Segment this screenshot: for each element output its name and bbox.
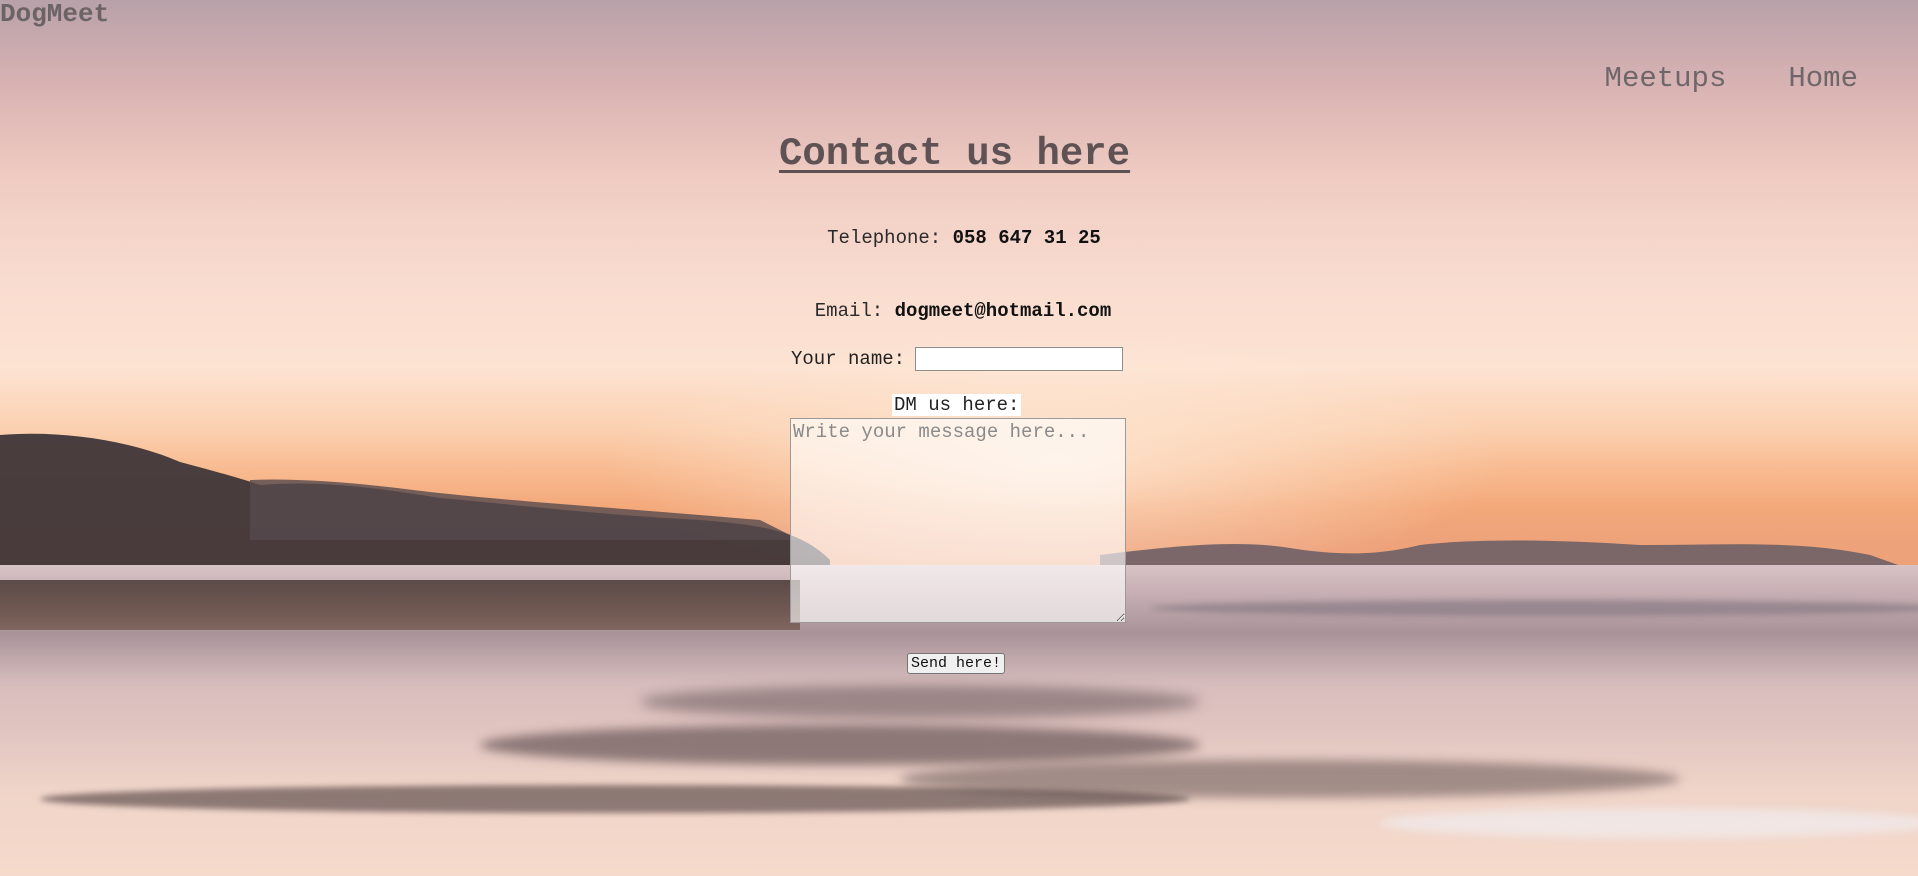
dm-label: DM us here: bbox=[892, 394, 1022, 416]
name-field-row: Your name: bbox=[791, 347, 1124, 371]
main-nav: Meetups Home bbox=[1605, 62, 1858, 95]
name-label: Your name: bbox=[791, 348, 906, 370]
wave bbox=[1380, 808, 1918, 838]
nav-link-home[interactable]: Home bbox=[1788, 62, 1858, 95]
page-title: Contact us here bbox=[779, 132, 1131, 176]
sand-bar bbox=[0, 580, 800, 630]
wave bbox=[640, 685, 1200, 719]
email-label: Email: bbox=[814, 300, 884, 322]
site-logo[interactable]: DogMeet bbox=[0, 0, 109, 28]
send-button[interactable]: Send here! bbox=[907, 653, 1006, 674]
telephone-line: Telephone: 058 647 31 25 bbox=[5, 227, 1918, 249]
telephone-value: 058 647 31 25 bbox=[952, 227, 1101, 249]
email-value: dogmeet@hotmail.com bbox=[894, 300, 1112, 322]
telephone-label: Telephone: bbox=[827, 227, 942, 249]
wave bbox=[40, 785, 1190, 813]
nav-link-meetups[interactable]: Meetups bbox=[1605, 62, 1727, 95]
wave bbox=[480, 725, 1200, 765]
message-textarea[interactable] bbox=[790, 418, 1126, 623]
email-line: Email: dogmeet@hotmail.com bbox=[4, 300, 1918, 322]
name-input[interactable] bbox=[915, 347, 1124, 371]
wave bbox=[1150, 600, 1918, 616]
